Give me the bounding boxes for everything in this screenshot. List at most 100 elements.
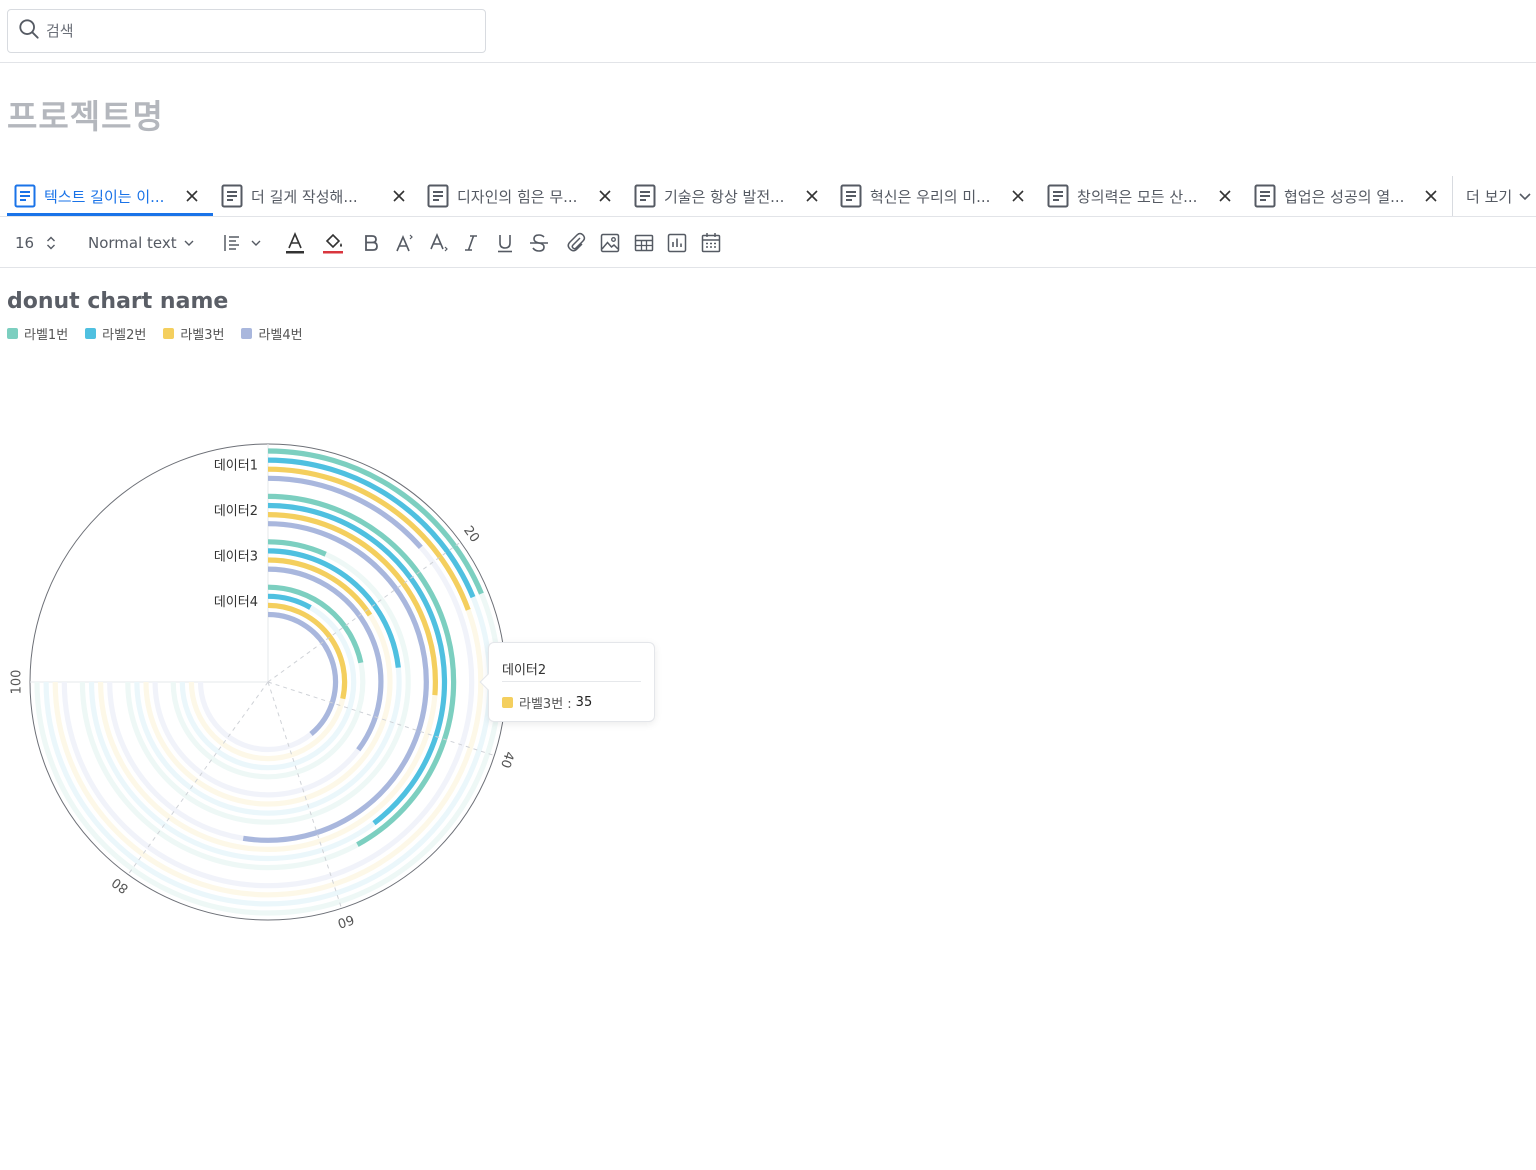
tab-6[interactable]: 창의력은 모든 산...: [1047, 176, 1247, 216]
stepper-arrows-icon[interactable]: [46, 235, 56, 251]
tab-1[interactable]: 텍스트 길이는 이...: [14, 176, 214, 216]
insert-date-button[interactable]: [701, 222, 721, 264]
legend-item-series4[interactable]: 라벨4번: [241, 324, 303, 343]
tab-3[interactable]: 디자인의 힘은 무...: [427, 176, 627, 216]
align-button[interactable]: [223, 222, 262, 264]
legend-item-series1[interactable]: 라벨1번: [7, 324, 68, 343]
tooltip-label: 라벨3번 :: [519, 697, 572, 712]
bold-icon: [365, 235, 378, 251]
insert-chart-button[interactable]: [667, 222, 687, 264]
bold-button[interactable]: [363, 222, 379, 264]
header-divider: [0, 62, 1536, 63]
tab-label: 기술은 항상 발전...: [664, 187, 785, 206]
tab-4[interactable]: 기술은 항상 발전...: [634, 176, 834, 216]
tick-label: 80: [109, 874, 131, 896]
document-icon: [1254, 184, 1276, 208]
document-icon: [14, 184, 36, 208]
font-size-stepper[interactable]: 16: [15, 222, 56, 264]
more-tabs-button[interactable]: 더 보기: [1452, 176, 1532, 216]
category-label: 데이터1: [214, 459, 258, 474]
category-label: 데이터4: [214, 595, 258, 610]
text-style-value: Normal text: [88, 234, 177, 252]
tab-label: 더 길게 작성해...: [251, 187, 358, 206]
search-input[interactable]: [46, 22, 466, 40]
italic-icon: [465, 235, 477, 251]
paint-bucket-icon: [323, 233, 343, 254]
subscript-button[interactable]: [429, 222, 451, 264]
legend-label: 라벨2번: [102, 327, 147, 343]
insert-table-button[interactable]: [634, 222, 654, 264]
tooltip-category: 데이터2: [502, 663, 547, 678]
text-style-select[interactable]: Normal text: [88, 222, 195, 264]
superscript-button[interactable]: [395, 222, 415, 264]
legend-swatch: [241, 327, 253, 339]
toolbar-divider: [0, 267, 1536, 268]
italic-button[interactable]: [463, 222, 479, 264]
tooltip-row: 라벨3번 : 35: [502, 693, 592, 712]
tick-label: 100: [10, 670, 25, 695]
chart-legend: 라벨1번 라벨2번 라벨3번 라벨4번: [7, 324, 320, 343]
project-title[interactable]: 프로젝트명: [7, 90, 164, 138]
tooltip-value: 35: [575, 695, 593, 710]
legend-label: 라벨4번: [258, 327, 303, 343]
calendar-icon: [701, 233, 721, 253]
font-size-value: 16: [15, 234, 35, 252]
tab-2[interactable]: 더 길게 작성해...: [221, 176, 421, 216]
chevron-down-icon: [251, 240, 261, 246]
chevron-down-icon: [184, 240, 194, 246]
chart-title: donut chart name: [7, 289, 229, 314]
document-icon: [1047, 184, 1069, 208]
document-icon: [840, 184, 862, 208]
tab-label: 혁신은 우리의 미...: [870, 187, 991, 206]
chart-tooltip: 데이터2 라벨3번 : 35: [479, 642, 655, 722]
superscript-icon: [396, 234, 413, 252]
legend-item-series3[interactable]: 라벨3번: [163, 324, 224, 343]
more-tabs-label: 더 보기: [1466, 187, 1513, 206]
text-color-icon: [286, 231, 304, 254]
insert-image-button[interactable]: [600, 222, 620, 264]
close-icon[interactable]: [1218, 189, 1232, 203]
close-icon[interactable]: [598, 189, 612, 203]
legend-item-series2[interactable]: 라벨2번: [85, 324, 146, 343]
tab-label: 협업은 성공의 열...: [1284, 187, 1405, 206]
tick-label: 20: [460, 523, 482, 545]
highlight-color-button[interactable]: [322, 222, 344, 264]
tick-label: 40: [497, 749, 516, 769]
strikethrough-button[interactable]: [529, 222, 549, 264]
underline-icon: [498, 235, 512, 253]
chevron-down-icon: [1519, 193, 1531, 201]
text-color-button[interactable]: [285, 222, 305, 264]
search-icon: [18, 18, 40, 44]
strikethrough-icon: [530, 234, 548, 252]
document-icon: [634, 184, 656, 208]
document-icon: [427, 184, 449, 208]
tab-label: 디자인의 힘은 무...: [457, 187, 578, 206]
image-icon: [600, 233, 620, 253]
paperclip-icon: [567, 232, 586, 252]
legend-swatch: [163, 327, 175, 339]
tooltip-swatch: [502, 697, 513, 708]
close-icon[interactable]: [185, 189, 199, 203]
chart-icon: [667, 233, 687, 253]
close-icon[interactable]: [1424, 189, 1438, 203]
tabs-divider: [0, 216, 1536, 217]
subscript-icon: [430, 233, 448, 252]
tooltip-divider: [502, 681, 641, 682]
align-left-icon: [224, 235, 239, 251]
close-icon[interactable]: [805, 189, 819, 203]
legend-label: 라벨1번: [24, 327, 69, 343]
search-box[interactable]: [7, 9, 486, 53]
legend-swatch: [85, 327, 97, 339]
legend-swatch: [7, 327, 18, 339]
tab-7[interactable]: 협업은 성공의 열...: [1254, 176, 1449, 216]
tab-label: 창의력은 모든 산...: [1077, 187, 1198, 206]
category-label: 데이터3: [214, 549, 258, 564]
underline-button[interactable]: [496, 222, 514, 264]
document-tabs: 텍스트 길이는 이... 더 길게 작성해... 디자인의 힘은 무... 기술…: [0, 176, 1536, 216]
tab-5[interactable]: 혁신은 우리의 미...: [840, 176, 1040, 216]
close-icon[interactable]: [1011, 189, 1025, 203]
tick-label: 60: [335, 911, 355, 930]
editor-toolbar: 16 Normal text: [0, 222, 1536, 264]
attach-file-button[interactable]: [566, 222, 586, 264]
close-icon[interactable]: [392, 189, 406, 203]
